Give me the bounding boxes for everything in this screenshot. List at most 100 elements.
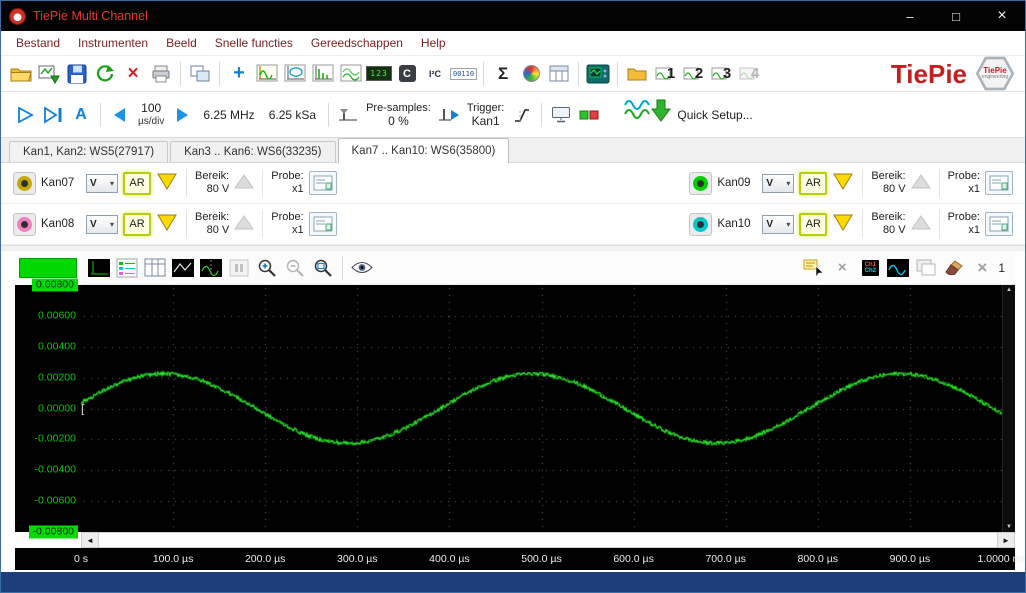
layout-button[interactable] xyxy=(187,61,213,87)
waterfall-graph-button[interactable] xyxy=(338,61,364,87)
autorange-button[interactable]: AR xyxy=(123,213,151,236)
visibility-eye-button[interactable] xyxy=(349,256,375,280)
ground-level-marker[interactable]: [ xyxy=(81,401,84,415)
autorange-button[interactable]: AR xyxy=(123,172,151,195)
scroll-right-icon[interactable]: ► xyxy=(997,533,1014,547)
trigger-slope-button[interactable] xyxy=(509,102,535,128)
active-channel-color-block[interactable] xyxy=(19,258,77,278)
channel-settings-button[interactable] xyxy=(309,212,337,236)
tab-kan1-kan2[interactable]: Kan1, Kan2: WS5(27917) xyxy=(9,141,168,162)
oneshot-button[interactable] xyxy=(40,102,66,128)
zoom-reset-button[interactable] xyxy=(310,256,336,280)
zoom-in-button[interactable] xyxy=(254,256,280,280)
colors-button[interactable] xyxy=(518,61,544,87)
led-status-icon[interactable] xyxy=(576,102,602,128)
scroll-left-icon[interactable]: ◄ xyxy=(82,533,99,547)
channel-connector-icon[interactable] xyxy=(13,172,36,195)
menu-help[interactable]: Help xyxy=(412,36,455,50)
channel-connector-icon[interactable] xyxy=(689,213,712,236)
minimize-button[interactable]: – xyxy=(887,1,933,31)
start-button[interactable] xyxy=(12,102,38,128)
channel-settings-button[interactable] xyxy=(309,171,337,195)
tab-kan7-kan10[interactable]: Kan7 .. Kan10: WS6(35800) xyxy=(338,138,510,163)
channel-unit-dropdown[interactable]: V▾ xyxy=(86,174,118,193)
channel-connector-icon[interactable] xyxy=(13,213,36,236)
timebase-display[interactable]: 100 µs/div xyxy=(138,102,164,128)
value-table-button[interactable] xyxy=(142,256,168,280)
channel-list-button[interactable] xyxy=(114,256,140,280)
range-up-icon xyxy=(911,214,931,234)
legend-button[interactable]: Ch1Ch2 xyxy=(857,256,883,280)
presamples-set-button[interactable] xyxy=(436,102,462,128)
instrument-slot-3-button[interactable]: 3 xyxy=(708,61,734,87)
autorange-button[interactable]: AR xyxy=(799,172,827,195)
display-select-button[interactable] xyxy=(548,102,574,128)
menu-gereedschappen[interactable]: Gereedschappen xyxy=(302,36,412,50)
trigger-display[interactable]: Trigger: Kan1 xyxy=(467,102,505,128)
channel-connector-icon[interactable] xyxy=(689,172,712,195)
meter-button[interactable]: 123 xyxy=(366,61,392,87)
instrument-slot-1-button[interactable]: 1 xyxy=(652,61,678,87)
timebase-decrease-button[interactable] xyxy=(107,102,133,128)
tab-kan3-kan6[interactable]: Kan3 .. Kan6: WS6(33235) xyxy=(170,141,335,162)
auto-setup-button[interactable]: A xyxy=(68,102,94,128)
x-axis-label: 500.0 µs xyxy=(521,553,562,565)
y-axis-label[interactable]: -0.00800 xyxy=(29,526,78,539)
scroll-up-icon[interactable]: ▲ xyxy=(1006,287,1012,293)
channel-unit-dropdown[interactable]: V▾ xyxy=(762,174,794,193)
display-style-button[interactable] xyxy=(885,256,911,280)
i2c-button[interactable]: I²C xyxy=(422,61,448,87)
cursor-measure-button[interactable] xyxy=(198,256,224,280)
close-button[interactable]: × xyxy=(979,1,1025,31)
app-icon[interactable] xyxy=(9,8,26,25)
instrument-slot-2-button[interactable]: 2 xyxy=(680,61,706,87)
quick-setup-button[interactable]: Quick Setup... xyxy=(623,96,752,133)
timebase-increase-button[interactable] xyxy=(169,102,195,128)
scroll-down-icon[interactable]: ▼ xyxy=(1006,524,1012,530)
menu-beeld[interactable]: Beeld xyxy=(157,36,206,50)
yt-graph-button[interactable] xyxy=(254,61,280,87)
binary-button[interactable]: 00110 xyxy=(450,61,477,87)
sum-button[interactable]: Σ xyxy=(490,61,516,87)
x-axis-label: 800.0 µs xyxy=(798,553,839,565)
probe-display: Probe:x1 xyxy=(948,170,980,196)
open-button[interactable] xyxy=(8,61,34,87)
xy-graph-button[interactable] xyxy=(282,61,308,87)
maximize-button[interactable]: □ xyxy=(933,1,979,31)
presamples-display[interactable]: Pre-samples: 0 % xyxy=(366,102,431,128)
autorange-button[interactable]: AR xyxy=(799,213,827,236)
print-button[interactable] xyxy=(148,61,174,87)
data-table-button[interactable] xyxy=(546,61,572,87)
menu-bestand[interactable]: Bestand xyxy=(7,36,69,50)
record-length-value[interactable]: 6.25 kSa xyxy=(269,108,316,122)
add-graph-button[interactable]: + xyxy=(226,61,252,87)
scrollbar-thumb[interactable] xyxy=(99,533,997,547)
axis-settings-button[interactable] xyxy=(86,256,112,280)
marker-measure-button[interactable] xyxy=(170,256,196,280)
instrument-folder-button[interactable] xyxy=(624,61,650,87)
x-axis-label: 700.0 µs xyxy=(705,553,746,565)
style-brush-button[interactable] xyxy=(941,256,967,280)
refresh-button[interactable] xyxy=(92,61,118,87)
presamples-slider-icon[interactable] xyxy=(335,102,361,128)
menu-instrumenten[interactable]: Instrumenten xyxy=(69,36,157,50)
channel-unit-dropdown[interactable]: V▾ xyxy=(86,215,118,234)
channel-settings-button[interactable] xyxy=(985,212,1013,236)
overload-warning-icon xyxy=(156,213,178,235)
sample-frequency-value[interactable]: 6.25 MHz xyxy=(203,108,254,122)
plot-area[interactable]: [ xyxy=(81,285,1002,532)
open-measurement-button[interactable] xyxy=(36,61,62,87)
menu-snelle-functies[interactable]: Snelle functies xyxy=(206,36,302,50)
save-button[interactable] xyxy=(64,61,90,87)
add-comment-button[interactable] xyxy=(801,256,827,280)
delete-button[interactable]: × xyxy=(120,61,146,87)
y-axis-label[interactable]: 0.00800 xyxy=(32,279,78,292)
vertical-scrollbar[interactable]: ▲ ▼ xyxy=(1002,285,1015,532)
instrument-display-button[interactable] xyxy=(585,61,611,87)
fft-graph-button[interactable] xyxy=(310,61,336,87)
c-protocol-button[interactable]: C xyxy=(394,61,420,87)
horizontal-scrollbar[interactable]: ◄ ► xyxy=(81,532,1015,548)
close-graph-button[interactable]: × xyxy=(969,256,995,280)
channel-settings-button[interactable] xyxy=(985,171,1013,195)
channel-unit-dropdown[interactable]: V▾ xyxy=(762,215,794,234)
